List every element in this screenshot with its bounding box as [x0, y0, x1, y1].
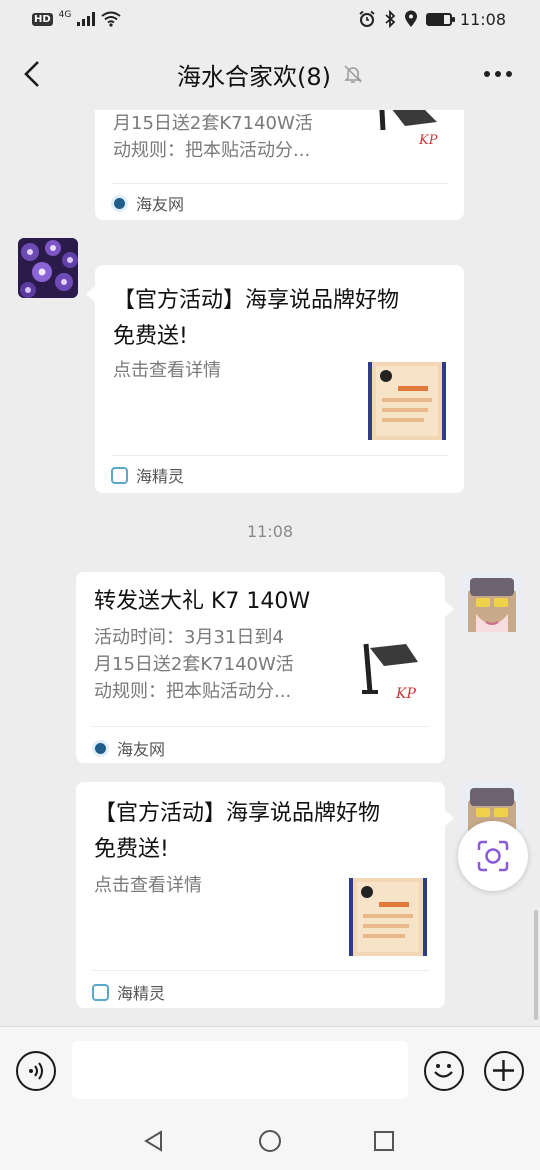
card-description: 点击查看详情 [113, 357, 221, 384]
link-card[interactable]: 转发送大礼 K7 140W 活动时间：3月31日到4 月15日送2套K7140W… [76, 572, 445, 763]
desc-line: 点击查看详情 [94, 875, 202, 896]
card-description: 月15日送2套K7140W活 动规则：把本贴活动分... [113, 110, 363, 164]
more-dot [484, 71, 490, 77]
title-line: 免费送! [94, 837, 169, 862]
desc-line: 动规则：把本贴活动分... [113, 140, 311, 161]
battery-icon [425, 12, 455, 26]
article-thumbnail [368, 362, 446, 440]
chat-area[interactable]: 月15日送2套K7140W活 动规则：把本贴活动分... KP 海友网 【官方活… [0, 110, 540, 1026]
more-dot [506, 71, 512, 77]
nav-home-button[interactable] [254, 1126, 286, 1156]
emoji-icon [434, 1064, 453, 1078]
bubble-tail [445, 601, 454, 617]
app-source-icon [111, 194, 128, 212]
scrollbar[interactable] [534, 910, 538, 1020]
card-title: 【官方活动】海享说品牌好物 免费送! [113, 283, 453, 355]
bell-off-icon [344, 65, 362, 83]
network-type: 4G [58, 10, 72, 20]
scan-lens-icon [477, 840, 509, 872]
hd-badge: HD [32, 12, 53, 26]
bubble-tail [445, 810, 454, 826]
chevron-left-icon [24, 61, 39, 87]
time-separator: 11:08 [246, 522, 294, 541]
card-title: 转发送大礼 K7 140W [94, 584, 434, 620]
title-line: 【官方活动】海享说品牌好物 [113, 288, 400, 313]
desc-line: 动规则：把本贴活动分... [94, 681, 292, 702]
bluetooth-icon [385, 10, 396, 28]
nav-home-icon [259, 1130, 281, 1152]
app-source-icon [92, 983, 109, 1001]
avatar[interactable] [18, 238, 78, 298]
card-source: 海精灵 [111, 463, 184, 487]
back-button[interactable] [14, 52, 50, 96]
card-divider [92, 970, 429, 971]
card-divider [92, 726, 429, 727]
avatar-anime-image [462, 572, 522, 632]
card-title: 【官方活动】海享说品牌好物 免费送! [94, 796, 434, 868]
card-divider [111, 455, 448, 456]
wifi-icon [101, 11, 121, 27]
thumb-logo: KP [418, 133, 438, 148]
link-card[interactable]: 【官方活动】海享说品牌好物 免费送! 点击查看详情 海精灵 [95, 265, 464, 493]
add-button[interactable] [484, 1051, 524, 1091]
chat-header: 海水合家欢(8) [0, 38, 540, 110]
desc-line: 点击查看详情 [113, 360, 221, 381]
desc-line: 月15日送2套K7140W活 [94, 654, 294, 675]
app-source-icon [111, 466, 128, 484]
app-source-icon [92, 739, 109, 757]
link-card[interactable]: 【官方活动】海享说品牌好物 免费送! 点击查看详情 海精灵 [76, 782, 445, 1008]
product-thumbnail: KP [375, 110, 453, 152]
alarm-icon [359, 10, 375, 27]
location-icon [404, 10, 417, 27]
card-description: 点击查看详情 [94, 872, 202, 899]
card-divider [111, 183, 448, 184]
thumb-logo: KP [395, 686, 416, 702]
source-name: 海友网 [136, 195, 185, 214]
avatar[interactable] [462, 572, 522, 632]
avatar-coral-image [18, 238, 78, 298]
floating-scan-button[interactable] [458, 821, 528, 891]
desc-line: 活动时间：3月31日到4 [94, 627, 284, 648]
more-dot [495, 71, 501, 77]
chat-title[interactable]: 海水合家欢(8) [177, 57, 331, 92]
title-line: 免费送! [113, 324, 188, 349]
status-time: 11:08 [459, 9, 506, 29]
voice-button[interactable] [16, 1051, 56, 1091]
input-bar [0, 1026, 540, 1112]
nav-back-button[interactable] [138, 1126, 170, 1156]
article-thumbnail [349, 878, 427, 956]
plus-icon [493, 1060, 514, 1081]
link-card[interactable]: 月15日送2套K7140W活 动规则：把本贴活动分... KP 海友网 [95, 110, 464, 220]
source-name: 海精灵 [136, 467, 185, 486]
nav-recents-icon [374, 1131, 394, 1151]
card-description: 活动时间：3月31日到4 月15日送2套K7140W活 动规则：把本贴活动分..… [94, 624, 344, 705]
nav-recents-button[interactable] [368, 1126, 400, 1156]
status-bar: HD 4G 11:08 [0, 0, 540, 38]
product-thumbnail: KP [356, 638, 434, 716]
card-source: 海友网 [92, 736, 165, 760]
voice-icon [29, 1062, 43, 1080]
nav-back-icon [144, 1130, 162, 1152]
card-source: 海精灵 [92, 980, 165, 1004]
bubble-tail [86, 286, 95, 302]
title-line: 转发送大礼 K7 140W [94, 589, 311, 614]
desc-line: 月15日送2套K7140W活 [113, 113, 313, 134]
source-name: 海友网 [117, 740, 166, 759]
signal-icon [77, 12, 96, 26]
source-name: 海精灵 [117, 984, 166, 1003]
card-source: 海友网 [111, 191, 184, 215]
message-input[interactable] [72, 1041, 408, 1099]
system-nav-bar [0, 1112, 540, 1170]
title-line: 【官方活动】海享说品牌好物 [94, 801, 381, 826]
more-button[interactable] [478, 58, 518, 90]
emoji-button[interactable] [424, 1051, 464, 1091]
